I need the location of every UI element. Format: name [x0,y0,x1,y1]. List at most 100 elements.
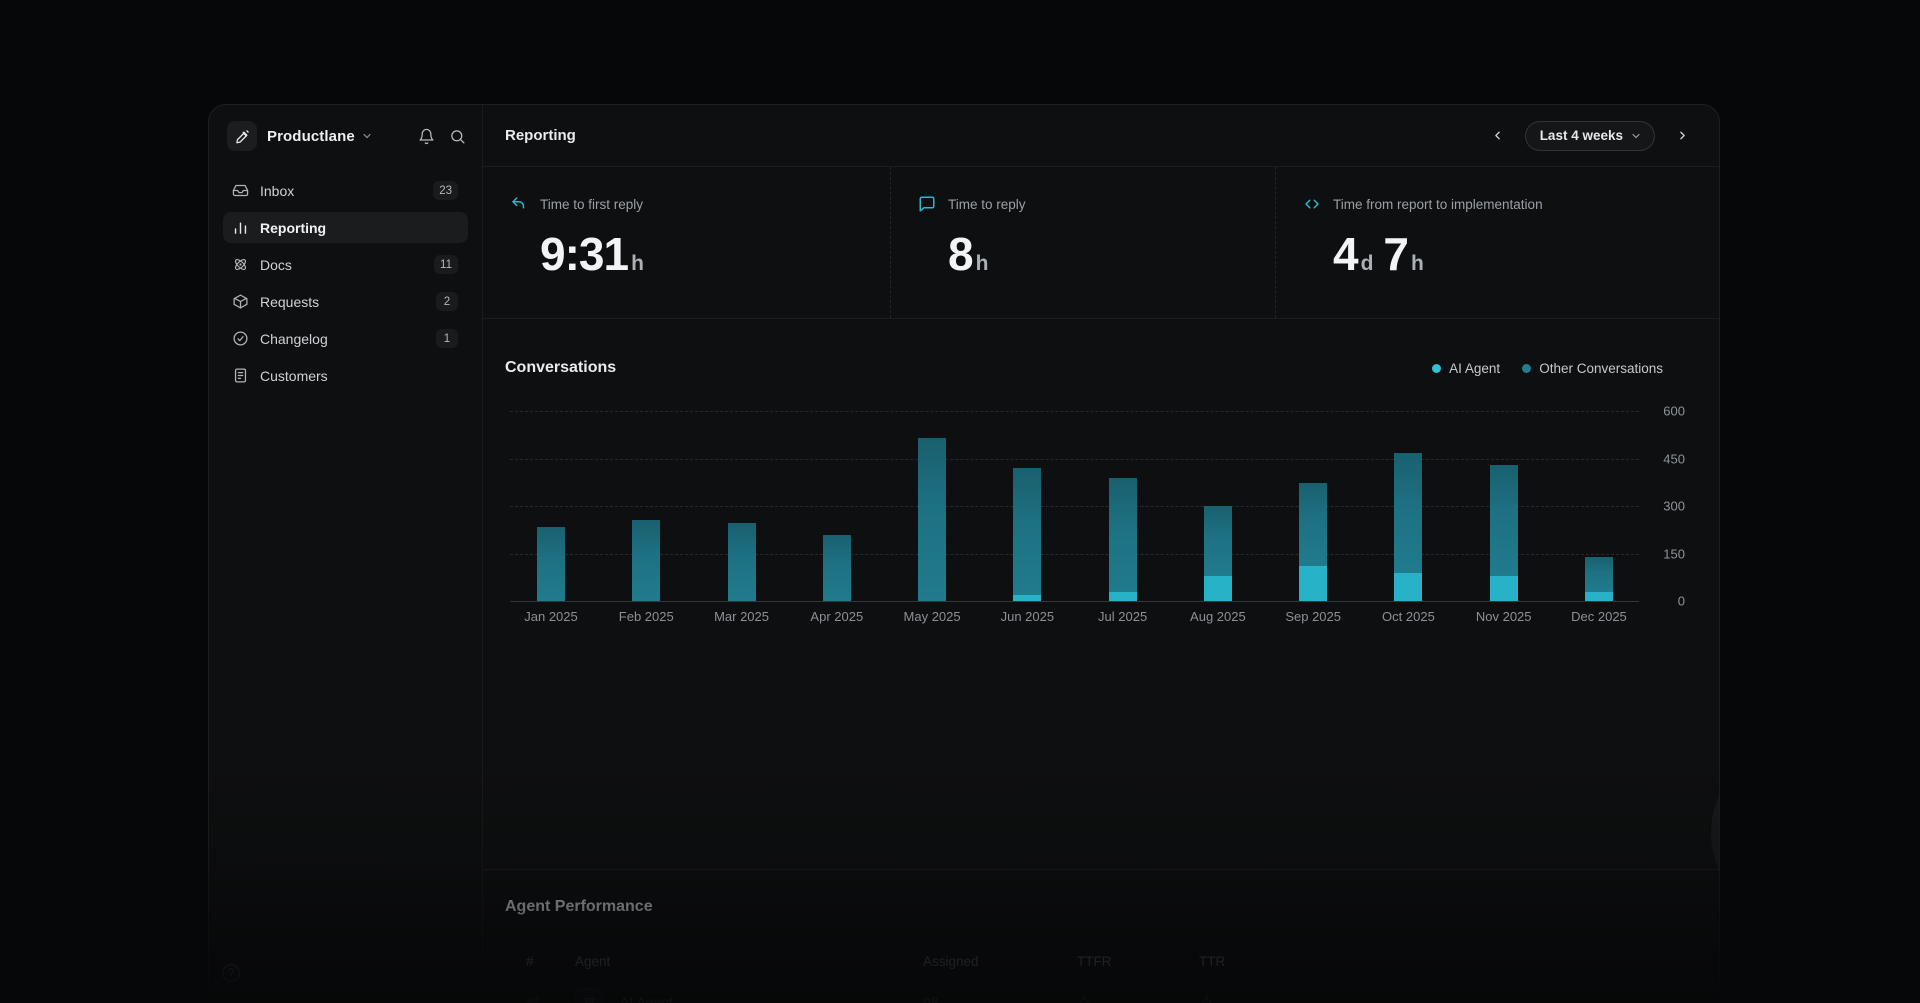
column-header-ttfr: TTFR [1077,954,1199,969]
sidebar-item-customers[interactable]: Customers [223,360,468,391]
sidebar-item-reporting[interactable]: Reporting [223,212,468,243]
x-axis-label: Jul 2025 [1098,609,1147,624]
sidebar-item-label: Inbox [260,183,294,199]
stat-time-to-first-reply: Time to first reply 9:31h [483,167,890,318]
bar-segment-other-conversations [1299,483,1327,566]
legend-dot-icon [1522,364,1531,373]
column-header-rank: # [526,954,575,969]
bar-jun-2025[interactable] [1013,468,1041,601]
gridline [510,411,1639,412]
sidebar-item-label: Customers [260,368,328,384]
y-axis-tick: 450 [1663,451,1685,466]
bar-segment-ai-agent [1204,576,1232,601]
table-row[interactable]: #1 AI Agent 98 [505,976,1695,1003]
bar-sep-2025[interactable] [1299,483,1327,601]
topbar: Reporting Last 4 weeks [483,105,1719,167]
sidebar-item-changelog[interactable]: Changelog 1 [223,323,468,354]
x-axis-label: Feb 2025 [619,609,674,624]
column-header-assigned: Assigned [923,954,1077,969]
docs-badge: 11 [434,255,458,274]
prev-period-button[interactable] [1485,123,1511,149]
agent-performance-table: #AgentAssignedTTFRTTR#1AI Agent98#2Rapha… [505,946,1695,1003]
x-axis-label: Aug 2025 [1190,609,1246,624]
y-axis-tick: 0 [1678,594,1685,609]
conversations-bar-chart: 6004503001500Jan 2025Feb 2025Mar 2025Apr… [510,411,1639,601]
bar-mar-2025[interactable] [728,523,756,601]
date-range-dropdown[interactable]: Last 4 weeks [1525,121,1655,151]
bar-chart-icon [232,219,249,236]
sidebar-item-requests[interactable]: Requests 2 [223,286,468,317]
bar-jul-2025[interactable] [1109,478,1137,602]
date-range-label: Last 4 weeks [1540,128,1623,143]
bar-apr-2025[interactable] [823,535,851,602]
inbox-icon [232,182,249,199]
requests-badge: 2 [436,292,458,311]
sidebar-item-docs[interactable]: Docs 11 [223,249,468,280]
main-panel: Reporting Last 4 weeks [482,105,1719,1003]
bar-segment-ai-agent [1013,595,1041,601]
x-axis-label: Mar 2025 [714,609,769,624]
stat-label: Time from report to implementation [1333,197,1543,212]
bar-segment-ai-agent [1585,592,1613,601]
stat-value: 8h [948,227,1275,281]
gridline [510,459,1639,460]
y-axis-tick: 600 [1663,404,1685,419]
bar-segment-other-conversations [823,535,851,602]
cube-icon [232,293,249,310]
sidebar-item-inbox[interactable]: Inbox 23 [223,175,468,206]
atom-icon [232,256,249,273]
workspace-switcher[interactable]: Productlane [223,105,468,167]
help-icon[interactable] [220,962,242,989]
notifications-bell-icon[interactable] [418,128,435,145]
bar-segment-ai-agent [1109,592,1137,602]
ttr-value [1199,995,1695,1003]
sidebar-nav: Inbox 23 Reporting Docs 11 [223,175,468,391]
gridline [510,601,1639,602]
bar-oct-2025[interactable] [1394,452,1422,601]
bar-may-2025[interactable] [918,438,946,601]
gridline [510,554,1639,555]
stat-label: Time to reply [948,197,1026,212]
changelog-badge: 1 [436,329,458,348]
y-axis-tick: 300 [1663,499,1685,514]
inbox-badge: 23 [433,181,458,200]
conversations-title: Conversations [505,359,616,377]
bar-feb-2025[interactable] [632,520,660,601]
bar-segment-other-conversations [1490,465,1518,575]
bar-segment-other-conversations [537,527,565,601]
bar-segment-other-conversations [728,523,756,601]
bar-segment-ai-agent [1394,573,1422,601]
bar-jan-2025[interactable] [537,527,565,601]
bar-segment-other-conversations [1585,557,1613,592]
bar-segment-other-conversations [1394,453,1422,574]
legend-item: Other Conversations [1522,361,1663,376]
workspace-name: Productlane [267,128,355,145]
bar-dec-2025[interactable] [1585,557,1613,601]
bar-aug-2025[interactable] [1204,506,1232,601]
agent-rank: #1 [526,995,575,1003]
bar-segment-ai-agent [1490,576,1518,601]
stat-time-to-reply: Time to reply 8h [890,167,1275,318]
building-icon [232,367,249,384]
search-icon[interactable] [449,128,466,145]
sidebar-item-label: Reporting [260,220,326,236]
conversations-section: Conversations AI AgentOther Conversation… [483,319,1719,870]
bar-nov-2025[interactable] [1490,465,1518,601]
next-period-button[interactable] [1669,123,1695,149]
stat-value: 4d 7h [1333,227,1719,281]
agent-name: AI Agent [620,994,673,1003]
productlane-logo-icon [227,121,257,151]
legend-dot-icon [1432,364,1441,373]
x-axis-label: Dec 2025 [1571,609,1627,624]
agent-performance-section: Agent Performance #AgentAssignedTTFRTTR#… [483,870,1719,1003]
bar-segment-other-conversations [918,438,946,601]
column-header-agent: Agent [575,954,923,969]
agent-cell: AI Agent [575,988,923,1003]
chart-legend: AI AgentOther Conversations [1432,361,1663,376]
assigned-value: 98 [923,994,1077,1003]
lightning-icon [1077,995,1199,1003]
x-axis-label: Apr 2025 [810,609,863,624]
ttfr-value [1077,995,1199,1003]
chevron-down-icon [361,130,373,142]
chevron-down-icon [1630,130,1642,142]
